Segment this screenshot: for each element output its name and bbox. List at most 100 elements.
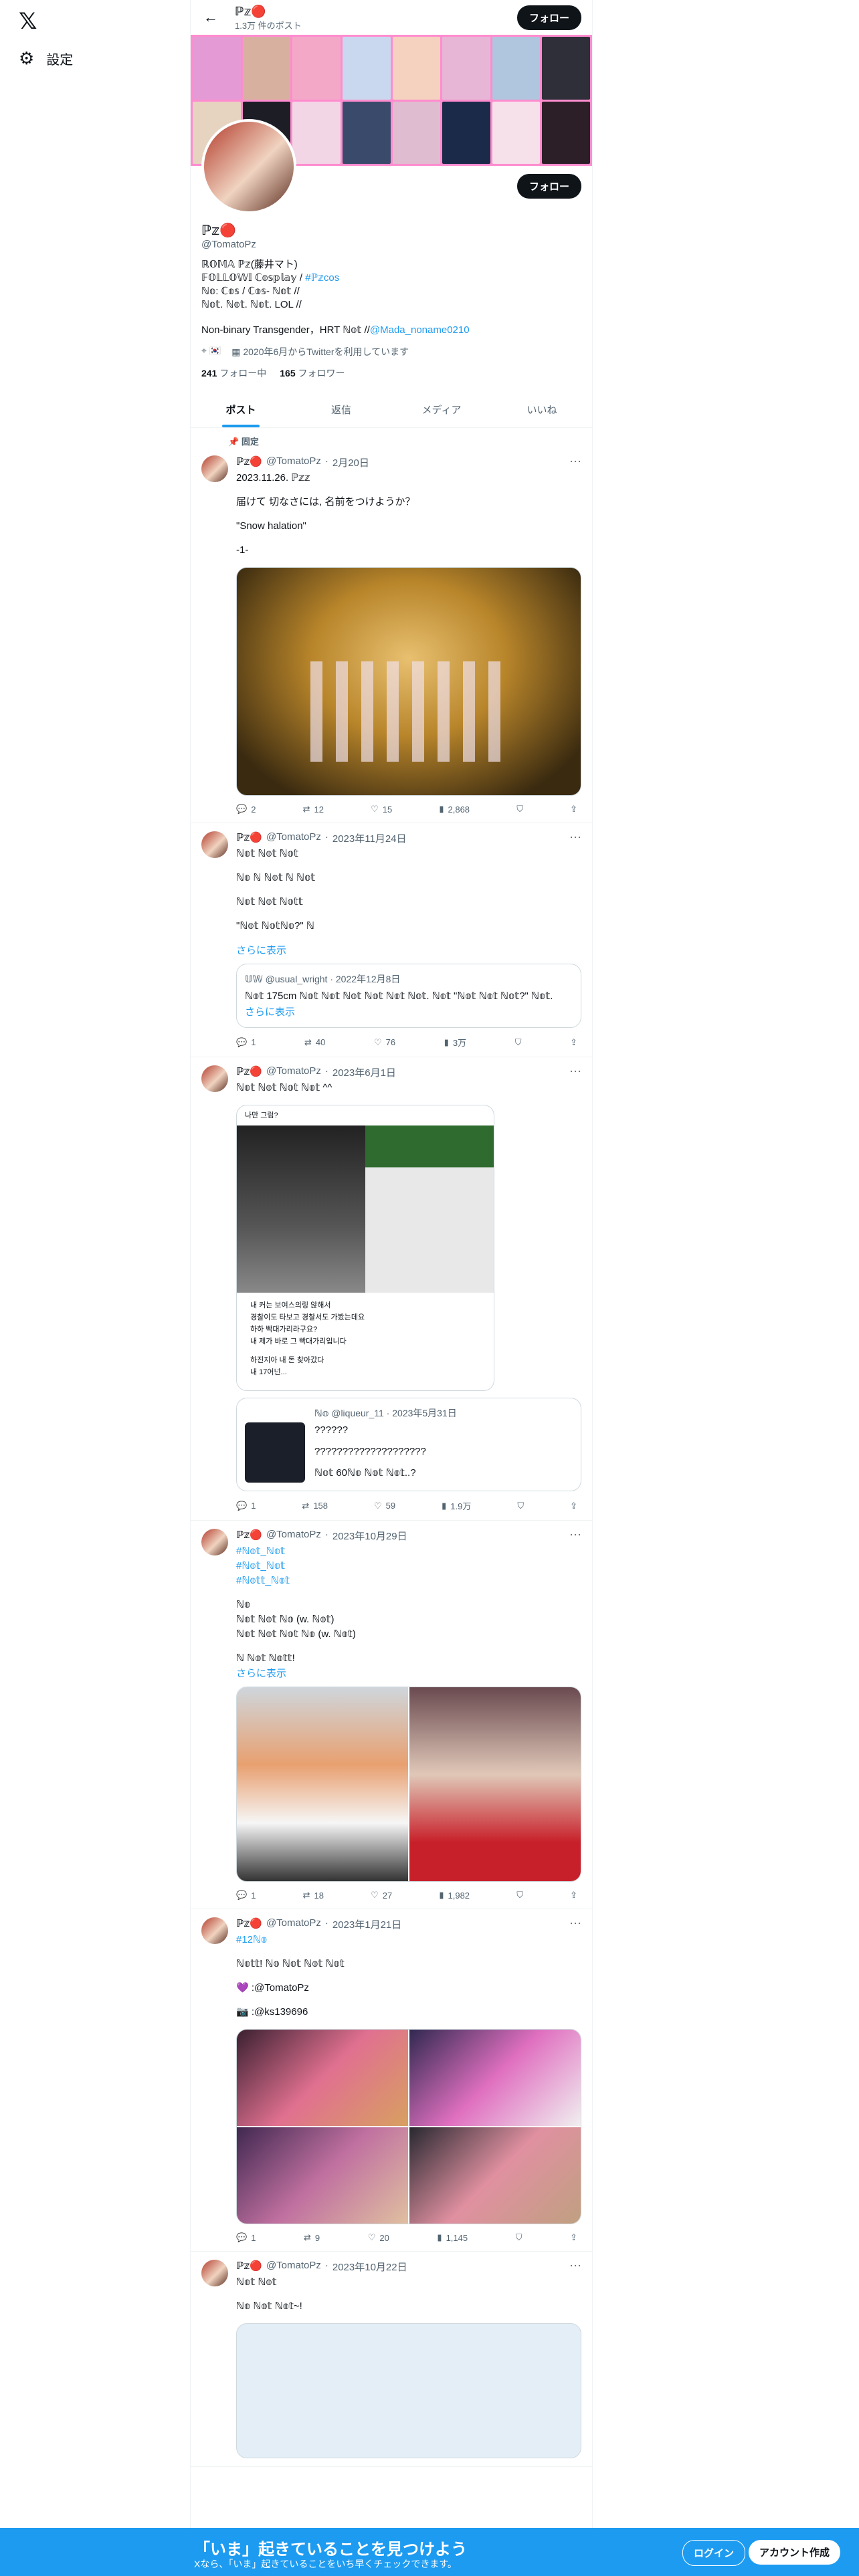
post-author[interactable]: ℙ𝕫🔴 bbox=[236, 831, 262, 845]
hashtag-link[interactable]: #ℕ𝕠𝕥_ℕ𝕠𝕥 bbox=[236, 1559, 581, 1574]
post-photos[interactable] bbox=[236, 2029, 581, 2224]
quoted-post[interactable]: ℕ𝕠 @liqueur_11 · 2023年5月31日 ?????? ?????… bbox=[236, 1398, 581, 1491]
more-icon[interactable]: ··· bbox=[569, 1527, 581, 1541]
tab-posts[interactable]: ポスト bbox=[191, 392, 291, 427]
views-button[interactable]: ▮ 1.9万 bbox=[442, 1499, 471, 1512]
signup-button[interactable]: アカウント作成 bbox=[748, 2540, 840, 2565]
post-date[interactable]: 2023年10月22日 bbox=[332, 2260, 407, 2274]
post-author[interactable]: ℙ𝕫🔴 bbox=[236, 455, 262, 469]
like-button[interactable]: ♡ 20 bbox=[368, 2232, 389, 2243]
post-photo[interactable] bbox=[409, 2127, 581, 2224]
post-handle[interactable]: @TomatoPz bbox=[266, 455, 321, 469]
reply-button[interactable]: 💬 1 bbox=[236, 1890, 256, 1901]
more-icon[interactable]: ··· bbox=[569, 1064, 581, 1078]
post-author[interactable]: ℙ𝕫🔴 bbox=[236, 1065, 262, 1079]
post-avatar[interactable] bbox=[201, 1529, 228, 1555]
post-avatar[interactable] bbox=[201, 1065, 228, 1092]
login-button[interactable]: ログイン bbox=[682, 2540, 745, 2566]
post-avatar[interactable] bbox=[201, 2260, 228, 2286]
share-button[interactable]: ⇪ bbox=[570, 1890, 577, 1901]
bookmark-button[interactable]: ⛉ bbox=[515, 1036, 522, 1049]
profile-avatar[interactable] bbox=[201, 119, 296, 214]
quoted-post[interactable]: 𝕌𝕎 @usual_wright · 2022年12月8日 ℕ𝕠𝕥 175cm … bbox=[236, 964, 581, 1028]
tab-replies[interactable]: 返信 bbox=[291, 392, 391, 427]
post-handle[interactable]: @TomatoPz bbox=[266, 2260, 321, 2274]
post-author[interactable]: ℙ𝕫🔴 bbox=[236, 1529, 262, 1543]
share-button[interactable]: ⇪ bbox=[570, 2232, 577, 2243]
followers-count[interactable]: 165 フォロワー bbox=[280, 366, 345, 380]
views-button[interactable]: ▮ 3万 bbox=[444, 1036, 466, 1049]
bookmark-button[interactable]: ⛉ bbox=[516, 1890, 523, 1901]
post-date[interactable]: 2月20日 bbox=[332, 455, 369, 469]
post-photo[interactable] bbox=[409, 2030, 581, 2126]
post-photo-right[interactable] bbox=[409, 1687, 581, 1881]
bookmark-button[interactable]: ⛉ bbox=[516, 804, 523, 815]
repost-button[interactable]: ⇄ 9 bbox=[304, 2232, 320, 2243]
post-handle[interactable]: @TomatoPz bbox=[266, 1529, 321, 1543]
post-author[interactable]: ℙ𝕫🔴 bbox=[236, 1917, 262, 1931]
post-date[interactable]: 2023年1月21日 bbox=[332, 1917, 401, 1931]
bookmark-button[interactable]: ⛉ bbox=[516, 2232, 522, 2243]
reply-button[interactable]: 💬 1 bbox=[236, 1036, 256, 1049]
tab-media[interactable]: メディア bbox=[391, 392, 492, 427]
post-photo[interactable] bbox=[236, 567, 581, 796]
post[interactable]: ℙ𝕫🔴 @TomatoPz · 2023年10月29日 ··· #ℕ𝕠𝕥_ℕ𝕠𝕥 … bbox=[191, 1521, 592, 1909]
more-icon[interactable]: ··· bbox=[569, 2258, 581, 2272]
hashtag-link[interactable]: #12ℕ𝕠 bbox=[236, 1933, 581, 1947]
post-handle[interactable]: @TomatoPz bbox=[266, 831, 321, 845]
views-button[interactable]: ▮ 2,868 bbox=[439, 804, 470, 815]
show-more-link[interactable]: さらに表示 bbox=[236, 943, 581, 957]
repost-button[interactable]: ⇄ 12 bbox=[303, 804, 324, 815]
post-date[interactable]: 2023年11月24日 bbox=[332, 831, 407, 845]
repost-button[interactable]: ⇄ 18 bbox=[303, 1890, 324, 1901]
like-button[interactable]: ♡ 59 bbox=[374, 1499, 395, 1512]
header-follow-button[interactable]: フォロー bbox=[516, 5, 581, 30]
like-button[interactable]: ♡ 15 bbox=[371, 804, 392, 815]
back-arrow-icon[interactable]: ← bbox=[199, 9, 223, 26]
like-button[interactable]: ♡ 27 bbox=[371, 1890, 392, 1901]
post-photo[interactable] bbox=[237, 2030, 408, 2126]
x-logo-icon[interactable]: 𝕏 bbox=[19, 8, 37, 35]
post-avatar[interactable] bbox=[201, 455, 228, 482]
following-count[interactable]: 241 フォロー中 bbox=[201, 366, 266, 380]
repost-button[interactable]: ⇄ 40 bbox=[304, 1036, 325, 1049]
post-avatar[interactable] bbox=[201, 1917, 228, 1944]
reply-button[interactable]: 💬 1 bbox=[236, 2232, 256, 2243]
post-photo[interactable] bbox=[236, 2323, 581, 2458]
post[interactable]: ℙ𝕫🔴 @TomatoPz · 2023年6月1日 ··· ℕ𝕠𝕥 ℕ𝕠𝕥 ℕ𝕠𝕥… bbox=[191, 1057, 592, 1521]
post-date[interactable]: 2023年6月1日 bbox=[332, 1065, 396, 1079]
post-avatar[interactable] bbox=[201, 831, 228, 858]
post-author[interactable]: ℙ𝕫🔴 bbox=[236, 2260, 262, 2274]
post[interactable]: ℙ𝕫🔴 @TomatoPz · 2023年11月24日 ··· ℕ𝕠𝕥 ℕ𝕠𝕥 ℕ… bbox=[191, 823, 592, 1057]
reply-button[interactable]: 💬 1 bbox=[236, 1499, 256, 1512]
show-more-link[interactable]: さらに表示 bbox=[236, 1666, 581, 1680]
post-card-image[interactable]: 나만 그럼? 내 커는 보여스의링 않해서 경찰이도 타보고 경찰서도 가봤는데… bbox=[236, 1105, 494, 1391]
reply-button[interactable]: 💬 2 bbox=[236, 804, 256, 815]
repost-button[interactable]: ⇄ 158 bbox=[302, 1499, 328, 1512]
bookmark-button[interactable]: ⛉ bbox=[517, 1499, 524, 1512]
post-handle[interactable]: @TomatoPz bbox=[266, 1065, 321, 1079]
share-button[interactable]: ⇪ bbox=[570, 1499, 577, 1512]
bio-hashtag-link[interactable]: #ℙ𝕫cos bbox=[305, 272, 339, 284]
post-handle[interactable]: @TomatoPz bbox=[266, 1917, 321, 1931]
like-button[interactable]: ♡ 76 bbox=[374, 1036, 395, 1049]
post[interactable]: ℙ𝕫🔴 @TomatoPz · 2月20日 ··· 2023.11.26. ℙ𝕫𝕫… bbox=[191, 447, 592, 823]
post-photo[interactable] bbox=[237, 2127, 408, 2224]
post[interactable]: ℙ𝕫🔴 @TomatoPz · 2023年1月21日 ··· #12ℕ𝕠 ℕ𝕠𝕥𝕥… bbox=[191, 1909, 592, 2252]
more-icon[interactable]: ··· bbox=[569, 454, 581, 468]
more-icon[interactable]: ··· bbox=[569, 1916, 581, 1930]
quote-show-more-link[interactable]: さらに表示 bbox=[245, 1006, 573, 1019]
post-photos[interactable] bbox=[236, 1687, 581, 1882]
post-photo-left[interactable] bbox=[237, 1687, 408, 1881]
share-button[interactable]: ⇪ bbox=[570, 804, 577, 815]
views-button[interactable]: ▮ 1,982 bbox=[439, 1890, 470, 1901]
nav-settings[interactable]: ⚙ 設定 bbox=[19, 48, 73, 69]
hashtag-link[interactable]: #ℕ𝕠𝕥𝕥_ℕ𝕠𝕥 bbox=[236, 1574, 581, 1588]
tab-likes[interactable]: いいね bbox=[492, 392, 592, 427]
post-date[interactable]: 2023年10月29日 bbox=[332, 1529, 407, 1543]
more-icon[interactable]: ··· bbox=[569, 830, 581, 844]
follow-button[interactable]: フォロー bbox=[516, 174, 581, 199]
post[interactable]: ℙ𝕫🔴 @TomatoPz · 2023年10月22日 ··· ℕ𝕠𝕥 ℕ𝕠𝕥 ℕ… bbox=[191, 2252, 592, 2467]
bio-mention-link[interactable]: @Mada_noname0210 bbox=[370, 324, 470, 336]
views-button[interactable]: ▮ 1,145 bbox=[437, 2232, 468, 2243]
